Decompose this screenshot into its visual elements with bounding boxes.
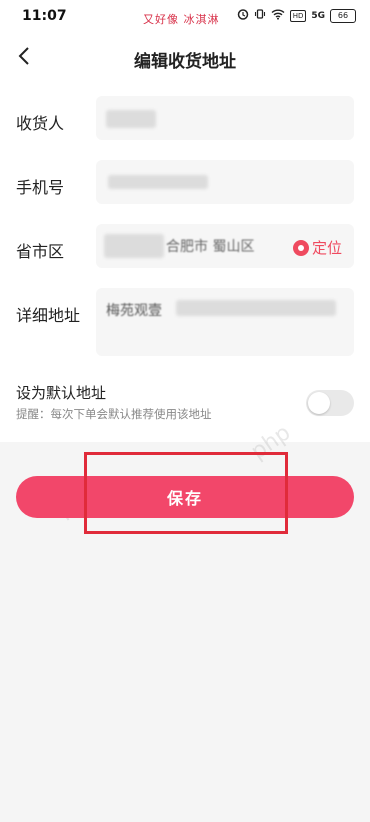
default-address-hint: 提醒：每次下单会默认推荐使用该地址 [16,407,212,421]
redacted-recipient [106,110,156,128]
status-bar: 11:07 又好像 冰淇淋 HD 5G 66 [0,0,370,32]
status-time: 11:07 [22,8,67,24]
phone-label: 手机号 [16,178,65,197]
status-icons: HD 5G 66 [237,8,356,23]
address-field[interactable]: 梅苑观壹 [96,288,354,356]
redacted-region [104,234,164,258]
toggle-knob [308,392,330,414]
recipient-label: 收货人 [16,114,65,133]
alarm-icon [237,8,249,23]
locate-button[interactable]: 定位 [292,237,342,258]
save-button[interactable]: 保存 [16,476,354,518]
redacted-phone [108,175,208,189]
overlay-caption: 又好像 冰淇淋 [143,13,220,26]
phone-field[interactable] [96,160,354,204]
signal-icon: 5G [311,10,325,21]
page-title: 编辑收货地址 [134,52,236,72]
hd-badge: HD [289,9,307,22]
battery-icon: 66 [330,8,356,23]
address-form: 收货人 手机号 省市区 合肥市 蜀山区 定位 详细地址 梅苑观壹 设为默认地址 … [0,82,370,442]
locate-label: 定位 [311,239,342,257]
region-field[interactable]: 合肥市 蜀山区 定位 [96,224,354,268]
redacted-address [176,300,336,316]
address-label: 详细地址 [16,306,81,325]
recipient-field[interactable] [96,96,354,140]
address-value: 梅苑观壹 [106,303,162,319]
vibrate-icon [254,8,266,23]
default-address-title: 设为默认地址 [16,384,107,402]
region-label: 省市区 [16,242,65,261]
region-value: 合肥市 蜀山区 [166,239,255,255]
wifi-icon [271,8,285,23]
location-pin-icon [292,239,309,256]
default-address-toggle[interactable] [306,390,354,416]
nav-bar: 编辑收货地址 [0,32,370,82]
